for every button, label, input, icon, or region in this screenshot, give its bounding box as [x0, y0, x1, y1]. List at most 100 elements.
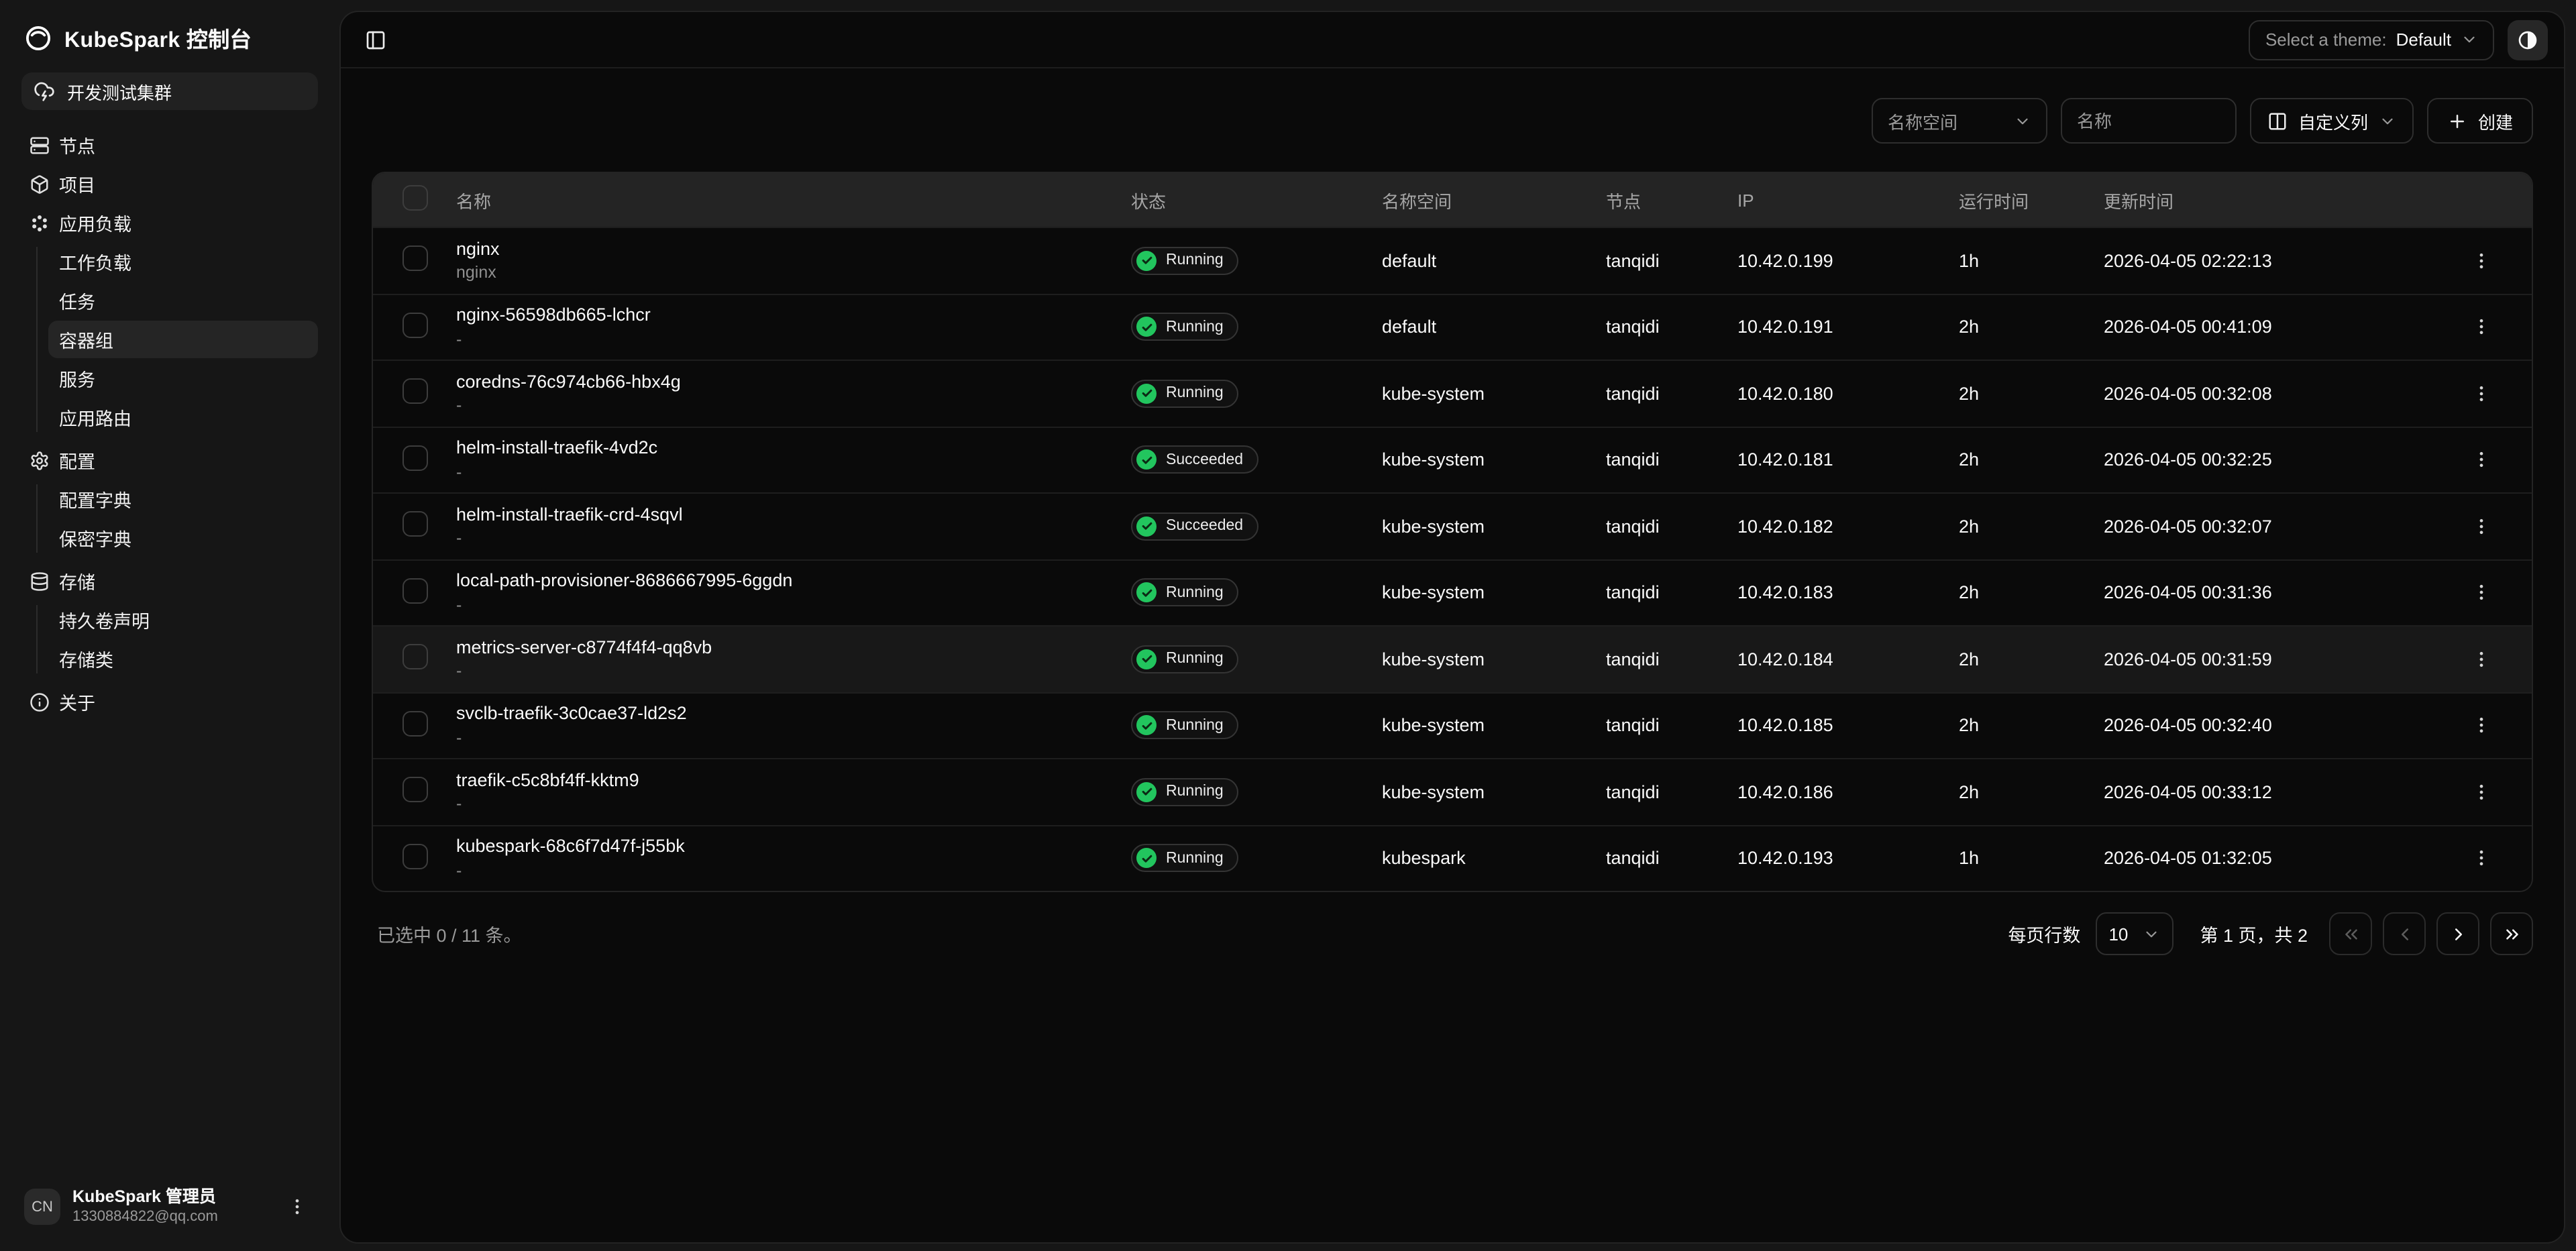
rows-per-page-select[interactable]: 10 [2095, 912, 2173, 955]
kebab-icon [2471, 450, 2491, 470]
row-checkbox[interactable] [402, 578, 428, 604]
row-checkbox[interactable] [402, 379, 428, 404]
pod-name-cell[interactable]: nginxnginx [456, 237, 1131, 284]
pod-subtitle: nginx [456, 262, 1131, 284]
theme-toggle-button[interactable] [2508, 19, 2548, 60]
status-check-icon [1136, 516, 1157, 537]
sidebar-item-secrets[interactable]: 保密字典 [48, 519, 318, 557]
row-checkbox[interactable] [402, 512, 428, 537]
first-page-button[interactable] [2329, 912, 2372, 955]
kebab-icon [2471, 583, 2491, 603]
status-label: Running [1166, 851, 1224, 867]
rows-per-page-value: 10 [2108, 924, 2128, 944]
status-check-icon [1136, 450, 1157, 470]
user-menu[interactable]: CN KubeSpark 管理员 1330884822@qq.com [21, 1182, 318, 1232]
row-checkbox[interactable] [402, 711, 428, 737]
chevrons-left-icon [2341, 924, 2361, 944]
app-logo: KubeSpark 控制台 [21, 19, 318, 72]
sidebar-item-pvc[interactable]: 持久卷声明 [48, 601, 318, 639]
row-actions-button[interactable] [2462, 840, 2500, 877]
row-checkbox[interactable] [402, 777, 428, 803]
ip-cell: 10.42.0.184 [1737, 649, 1959, 669]
row-actions-button[interactable] [2462, 641, 2500, 678]
pod-name-cell[interactable]: kubespark-68c6f7d47f-j55bk- [456, 835, 1131, 882]
row-actions-button[interactable] [2462, 574, 2500, 612]
sidebar-item-label: 配置字典 [59, 486, 131, 512]
pod-name-cell[interactable]: local-path-provisioner-8686667995-6ggdn- [456, 569, 1131, 616]
sidebar-item-storageclass[interactable]: 存储类 [48, 640, 318, 677]
row-actions-button[interactable] [2462, 707, 2500, 745]
namespace-cell: kube-system [1382, 583, 1606, 603]
status-check-icon [1136, 583, 1157, 603]
theme-select[interactable]: Select a theme: Default [2249, 19, 2494, 60]
last-page-button[interactable] [2490, 912, 2533, 955]
create-button[interactable]: 创建 [2427, 98, 2533, 144]
sidebar-toggle-button[interactable] [357, 21, 394, 58]
name-filter-input[interactable] [2061, 98, 2237, 144]
sidebar-item-config[interactable]: 配置 [21, 441, 318, 479]
sidebar-item-workloads[interactable]: 应用负载 [21, 204, 318, 241]
node-cell: tanqidi [1606, 716, 1737, 736]
avatar: CN [24, 1189, 60, 1226]
namespace-cell: kube-system [1382, 649, 1606, 669]
sidebar-item-jobs[interactable]: 任务 [48, 282, 318, 319]
row-checkbox[interactable] [402, 645, 428, 670]
sidebar-item-pods[interactable]: 容器组 [48, 321, 318, 358]
column-header-name: 名称 [456, 187, 1131, 213]
next-page-button[interactable] [2436, 912, 2479, 955]
namespace-cell: default [1382, 251, 1606, 271]
user-menu-button[interactable] [278, 1189, 315, 1226]
status-badge: Running [1131, 247, 1238, 275]
pod-name-cell[interactable]: coredns-76c974cb66-hbx4g- [456, 370, 1131, 417]
updated-cell: 2026-04-05 00:33:12 [2104, 782, 2462, 802]
sidebar-item-routes[interactable]: 应用路由 [48, 398, 318, 436]
sidebar-item-deployments[interactable]: 工作负载 [48, 243, 318, 280]
sidebar-item-projects[interactable]: 项目 [21, 165, 318, 203]
pods-table: 名称 状态 名称空间 节点 IP 运行时间 更新时间 nginxnginxRun… [372, 172, 2533, 892]
gear-icon [30, 450, 50, 470]
kebab-icon [286, 1197, 307, 1217]
cluster-name: 开发测试集群 [67, 78, 172, 104]
row-checkbox[interactable] [402, 844, 428, 869]
sidebar-item-nodes[interactable]: 节点 [21, 126, 318, 164]
row-actions-button[interactable] [2462, 441, 2500, 479]
sidebar-item-services[interactable]: 服务 [48, 360, 318, 397]
age-cell: 2h [1959, 516, 2104, 537]
row-actions-button[interactable] [2462, 242, 2500, 280]
row-actions-button[interactable] [2462, 773, 2500, 811]
ip-cell: 10.42.0.182 [1737, 516, 1959, 537]
row-checkbox[interactable] [402, 246, 428, 272]
sidebar-item-configmaps[interactable]: 配置字典 [48, 480, 318, 518]
row-checkbox[interactable] [402, 313, 428, 338]
table-row: helm-install-traefik-4vd2c-Succeededkube… [373, 426, 2532, 492]
sidebar-nav: 节点项目应用负载工作负载任务容器组服务应用路由配置配置字典保密字典存储持久卷声明… [21, 125, 318, 1182]
sidebar-item-about[interactable]: 关于 [21, 683, 318, 720]
row-actions-button[interactable] [2462, 309, 2500, 346]
prev-page-button[interactable] [2383, 912, 2426, 955]
pod-name: helm-install-traefik-crd-4sqvl [456, 503, 1131, 527]
column-header-updated: 更新时间 [2104, 187, 2462, 213]
table-row: traefik-c5c8bf4ff-kktm9-Runningkube-syst… [373, 758, 2532, 824]
namespace-cell: kube-system [1382, 516, 1606, 537]
sidebar-group-config: 配置字典保密字典 [21, 480, 318, 557]
pod-name-cell[interactable]: traefik-c5c8bf4ff-kktm9- [456, 769, 1131, 816]
select-all-checkbox[interactable] [402, 185, 428, 211]
row-actions-button[interactable] [2462, 375, 2500, 413]
updated-cell: 2026-04-05 00:32:25 [2104, 450, 2462, 470]
sidebar-item-storage[interactable]: 存储 [21, 562, 318, 600]
pod-name: coredns-76c974cb66-hbx4g [456, 370, 1131, 394]
customize-columns-button[interactable]: 自定义列 [2250, 98, 2414, 144]
cluster-switcher[interactable]: 开发测试集群 [21, 72, 318, 110]
pod-name-cell[interactable]: metrics-server-c8774f4f4-qq8vb- [456, 636, 1131, 683]
pod-name-cell[interactable]: helm-install-traefik-4vd2c- [456, 437, 1131, 484]
namespace-select[interactable]: 名称空间 [1872, 98, 2047, 144]
status-badge: Running [1131, 645, 1238, 673]
pod-name-cell[interactable]: helm-install-traefik-crd-4sqvl- [456, 503, 1131, 550]
theme-select-label: Select a theme: [2265, 30, 2387, 50]
pod-name-cell[interactable]: svclb-traefik-3c0cae37-ld2s2- [456, 702, 1131, 749]
row-checkbox[interactable] [402, 445, 428, 471]
chevron-down-icon [2461, 31, 2478, 48]
ip-cell: 10.42.0.185 [1737, 716, 1959, 736]
row-actions-button[interactable] [2462, 508, 2500, 545]
pod-name-cell[interactable]: nginx-56598db665-lchcr- [456, 304, 1131, 351]
